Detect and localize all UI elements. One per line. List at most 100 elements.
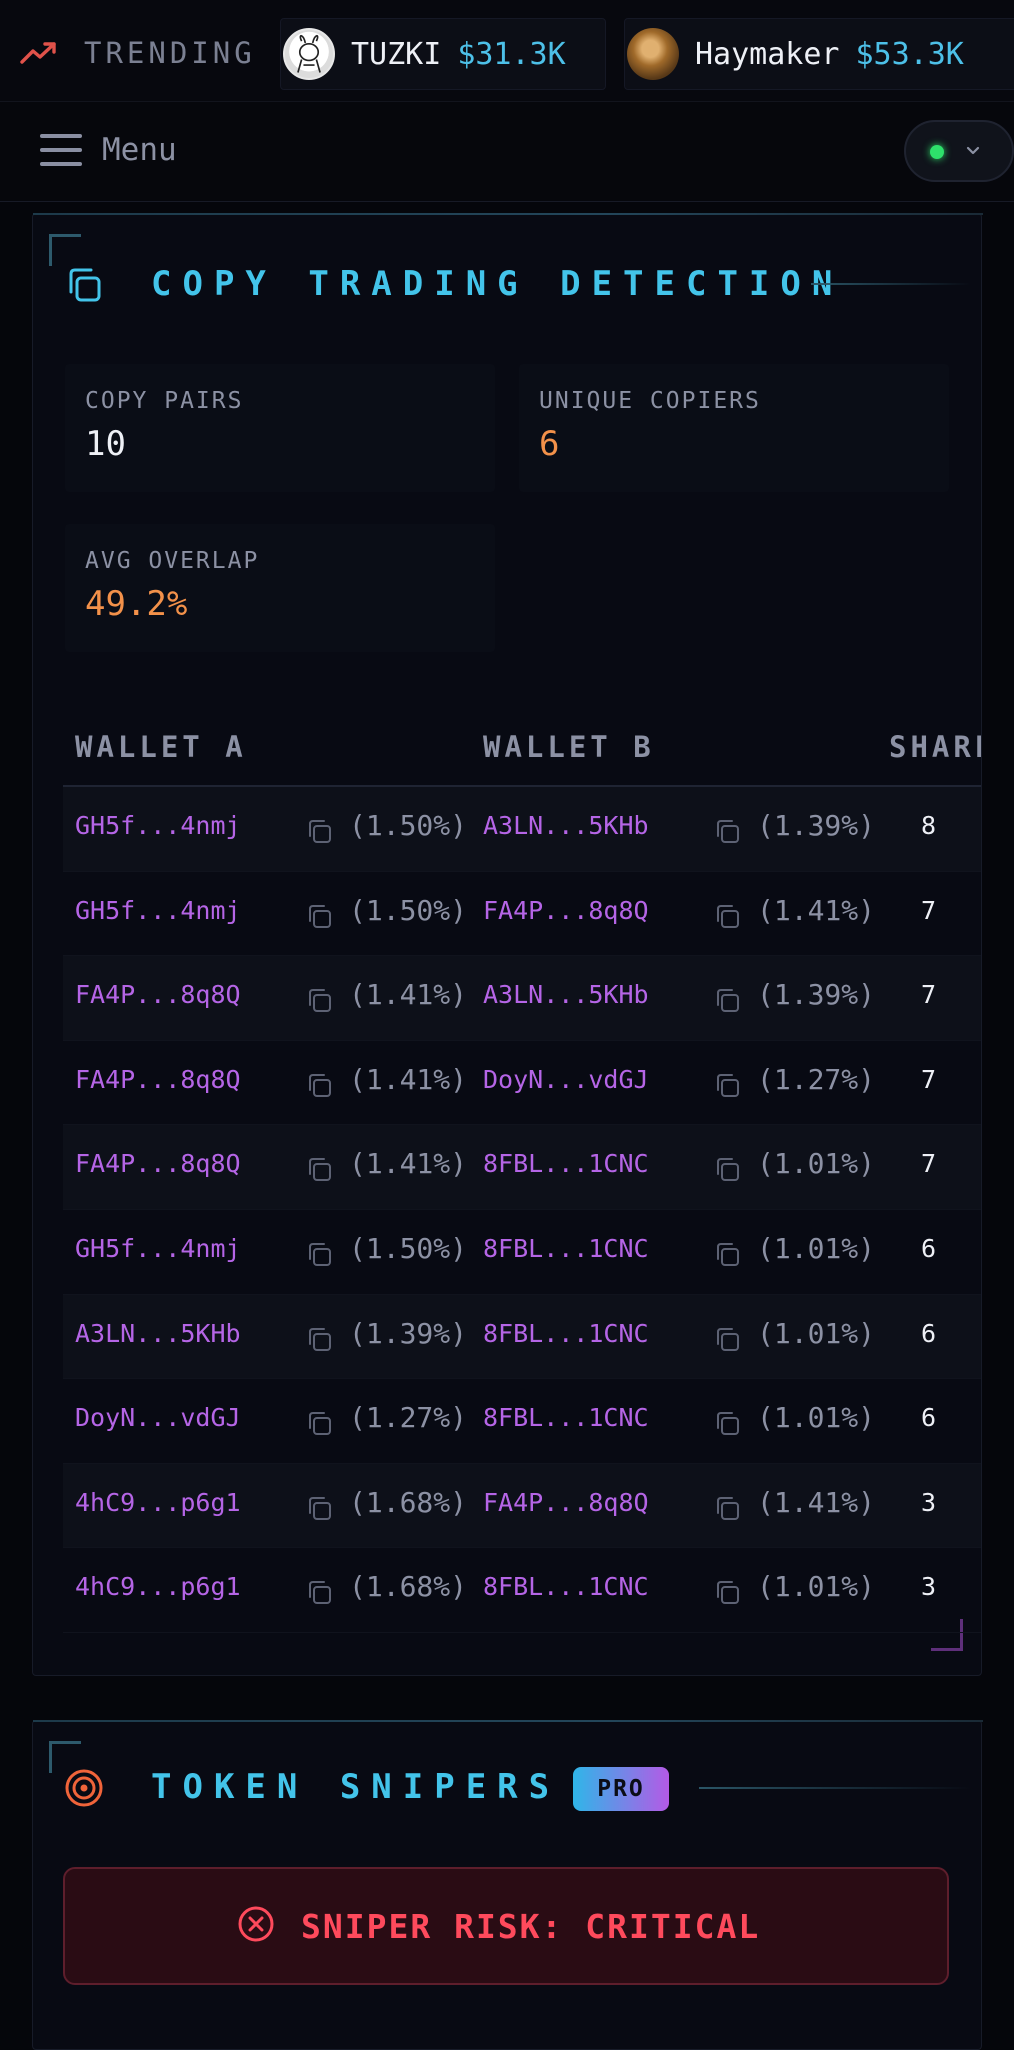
shared-count: 7 [921,980,937,1010]
copy-address-icon[interactable] [713,1325,741,1353]
copy-address-icon[interactable] [713,1494,741,1522]
stat-label: UNIQUE COPIERS [539,388,761,414]
stat-label: COPY PAIRS [85,388,244,414]
stat-copy-pairs: COPY PAIRS 10 [65,364,495,492]
token-avatar [283,28,335,80]
wallet-b-percent: (1.01%) [757,1232,876,1265]
hamburger-menu-icon[interactable] [40,134,82,168]
target-icon [65,1769,103,1807]
shared-count: 3 [921,1572,937,1602]
wallet-b-percent: (1.39%) [757,809,876,842]
wallet-b-address[interactable]: DoyN...vdGJ [483,1065,649,1094]
wallet-a-address[interactable]: FA4P...8q8Q [75,1149,241,1178]
copy-address-icon[interactable] [305,902,333,930]
menu-bar: Menu [0,102,1014,202]
wallet-a-percent: (1.50%) [349,893,468,927]
title-divider [811,283,971,285]
wallet-a-address[interactable]: GH5f...4nmj [75,811,241,840]
wallet-a-percent: (1.41%) [349,1062,468,1096]
token-name: TUZKI [351,36,442,72]
copy-address-icon[interactable] [713,986,741,1014]
wallet-a-percent: (1.68%) [349,1485,468,1519]
wallet-a-address[interactable]: DoyN...vdGJ [75,1403,241,1432]
copy-address-icon[interactable] [713,902,741,930]
wallet-a-address[interactable]: 4hC9...p6g1 [75,1572,241,1601]
wallet-a-address[interactable]: FA4P...8q8Q [75,980,241,1009]
column-header-wallet-b[interactable]: WALLET B [483,730,655,764]
copy-address-icon[interactable] [305,1578,333,1606]
wallet-b-percent: (1.27%) [757,1062,876,1096]
column-header-wallet-a[interactable]: WALLET A [75,730,247,764]
table-row: 4hC9...p6g1 (1.68%) 8FBL...1CNC (1.01%) 3 [63,1548,981,1633]
chevron-down-icon [966,146,980,155]
wallet-a-address[interactable]: GH5f...4nmj [75,896,241,925]
shared-count: 7 [921,1064,937,1094]
copy-address-icon[interactable] [305,1155,333,1183]
wallet-b-address[interactable]: FA4P...8q8Q [483,896,649,925]
wallet-a-address[interactable]: 4hC9...p6g1 [75,1488,241,1517]
copy-address-icon[interactable] [305,986,333,1014]
copy-address-icon[interactable] [305,1494,333,1522]
title-divider [699,1787,971,1789]
stat-unique-copiers: UNIQUE COPIERS 6 [519,364,949,492]
sniper-risk-text: SNIPER RISK: CRITICAL [301,1907,761,1946]
wallet-b-percent: (1.41%) [757,1485,876,1519]
panel-top-border [33,1720,983,1722]
wallet-b-percent: (1.01%) [757,1570,876,1604]
wallet-a-address[interactable]: A3LN...5KHb [75,1319,241,1348]
network-status-dropdown[interactable] [904,120,1014,182]
token-snipers-panel: TOKEN SNIPERS PRO SNIPER RISK: CRITICAL [32,1720,983,2050]
pro-badge: PRO [573,1767,669,1811]
copy-address-icon[interactable] [305,1409,333,1437]
table-row: FA4P...8q8Q (1.41%) DoyN...vdGJ (1.27%) 7 [63,1041,981,1126]
sniper-risk-alert: SNIPER RISK: CRITICAL [63,1867,949,1985]
trending-up-icon [20,42,56,64]
trending-token-tuzki[interactable]: TUZKI $31.3K [280,18,606,90]
wallet-b-address[interactable]: 8FBL...1CNC [483,1234,649,1263]
wallet-b-percent: (1.01%) [757,1401,876,1435]
wallet-b-address[interactable]: A3LN...5KHb [483,811,649,840]
column-header-shared[interactable]: SHARED [889,730,981,764]
wallet-b-percent: (1.39%) [757,978,876,1012]
table-row: GH5f...4nmj (1.50%) FA4P...8q8Q (1.41%) 7 [63,872,981,957]
copy-address-icon[interactable] [713,1409,741,1437]
copy-address-icon[interactable] [305,1325,333,1353]
stat-value: 6 [539,424,560,464]
copy-trading-panel: COPY TRADING DETECTION COPY PAIRS 10 UNI… [32,213,983,1676]
token-name: Haymaker [695,36,840,72]
section-title: TOKEN SNIPERS [151,1767,561,1807]
wallet-b-address[interactable]: 8FBL...1CNC [483,1149,649,1178]
wallet-a-percent: (1.50%) [349,1232,468,1265]
menu-label[interactable]: Menu [102,132,177,168]
copy-address-icon[interactable] [305,1071,333,1099]
wallet-a-percent: (1.68%) [349,1570,468,1604]
copy-address-icon[interactable] [305,1240,333,1268]
wallet-a-percent: (1.39%) [349,1316,468,1350]
shared-count: 7 [921,895,937,925]
stat-value: 10 [85,424,126,464]
wallet-b-address[interactable]: 8FBL...1CNC [483,1319,649,1348]
x-circle-icon [238,1906,274,1942]
table-row: A3LN...5KHb (1.39%) 8FBL...1CNC (1.01%) 6 [63,1294,981,1380]
wallet-a-percent: (1.41%) [349,978,468,1012]
copy-address-icon[interactable] [305,817,333,845]
wallet-b-address[interactable]: A3LN...5KHb [483,980,649,1009]
wallet-b-percent: (1.41%) [757,893,876,927]
copy-address-icon[interactable] [713,1071,741,1099]
copy-address-icon[interactable] [713,1578,741,1606]
stat-avg-overlap: AVG OVERLAP 49.2% [65,524,495,652]
trending-token-haymaker[interactable]: Haymaker $53.3K [624,18,1014,90]
panel-top-border [33,213,983,215]
wallet-b-address[interactable]: 8FBL...1CNC [483,1572,649,1601]
stat-label: AVG OVERLAP [85,548,260,574]
wallet-b-address[interactable]: 8FBL...1CNC [483,1403,649,1432]
wallet-b-address[interactable]: FA4P...8q8Q [483,1488,649,1517]
wallet-a-percent: (1.50%) [349,809,468,842]
wallet-a-address[interactable]: FA4P...8q8Q [75,1065,241,1094]
copy-address-icon[interactable] [713,817,741,845]
token-avatar [627,28,679,80]
copy-address-icon[interactable] [713,1155,741,1183]
wallet-a-address[interactable]: GH5f...4nmj [75,1234,241,1263]
copy-address-icon[interactable] [713,1240,741,1268]
wallet-a-percent: (1.41%) [349,1147,468,1181]
